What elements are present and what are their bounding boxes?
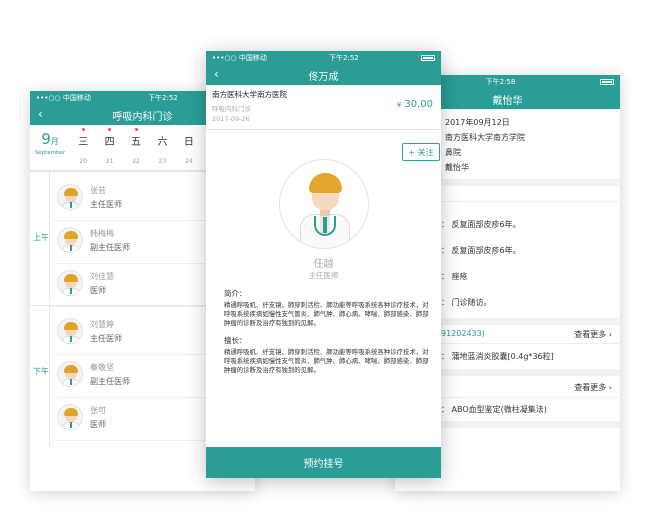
day-cell[interactable]: 五 22 [123,125,149,170]
fee-amount: 30.00 [404,99,433,110]
clock: 下午2:58 [485,78,516,86]
currency-symbol: ¥ [396,101,402,109]
book-appointment-button[interactable]: 预约挂号 [206,447,441,478]
doctor-title: 主任医师 [308,271,339,280]
doctor-detail-screen: •••○○ 中国移动 下午2:52 ‹ 佟万成 南方医科大学南方医院 呼吸内科门… [206,51,441,478]
day-cell[interactable]: 四 21 [96,125,122,170]
specialty-text: 精通呼吸机、纤支镜、肺穿刺活检、肺功能等呼吸系统各种诊疗技术，对呼吸系统疾病如慢… [224,348,429,374]
divider [49,172,50,302]
avatar [57,184,83,210]
stage: •••○○ 中国移动 下午2:52 ‹ 呼吸内科门诊 9月 September … [0,0,650,523]
fee: ¥30.00 [397,99,433,110]
weekday: 日 [183,137,194,148]
see-more-link[interactable]: 查看更多 › [574,382,612,393]
day-number: 21 [105,158,114,165]
battery-icon [421,55,435,61]
carrier-label: •••○○ 中国移动 [212,54,267,62]
doctor-name: 韩梅梅 [90,229,114,238]
page-title: 佟万成 [308,71,339,83]
doctor-name: 刘佳慧 [90,272,114,281]
carrier-label: •••○○ 中国移动 [36,94,91,102]
day-cell[interactable]: 六 23 [149,125,175,170]
visit-date: 2017年09月12日 [445,118,510,127]
availability-dot [108,128,112,131]
afternoon-label: 下午 [33,367,49,376]
day-number: 23 [158,158,167,165]
day-number: 20 [79,158,88,165]
doctor-name: 张可 [90,406,106,415]
status-bar: •••○○ 中国移动 下午2:52 [206,51,441,65]
back-icon[interactable]: ‹ [214,67,219,81]
weekday: 五 [131,137,142,148]
battery-icon [599,79,614,85]
day-number: 22 [132,158,140,165]
intro-text: 精通呼吸机、纤支镜、肺穿刺活检、肺功能等呼吸系统各种诊疗技术，对呼吸系统疾病如慢… [224,301,429,327]
doctor-name: 秦敬坚 [90,363,114,372]
doctor-name: 任越 [313,259,334,270]
doctor-title: 主任医师 [90,334,122,343]
follow-button[interactable]: + 关注 [402,143,440,161]
history-row: ： 反复面部皮疹6年。 [441,246,521,255]
month-label: 9月 September [30,125,70,170]
doctor-name: 张芸 [90,186,106,195]
visit-hospital: 南方医科大学南方学院 [445,133,525,142]
weekday: 四 [104,137,115,148]
complaint-row: ： 反复面部皮疹6年。 [441,220,521,229]
doctor-name: 刘慧婷 [90,320,114,329]
month-name: September [34,150,66,156]
availability-dot [134,128,138,131]
status-icons [421,55,435,61]
availability-dot [81,128,85,131]
specialty-label: 擅长： [224,336,247,345]
department: 呼吸内科门诊 [212,105,251,113]
avatar [57,361,83,387]
avatar [57,318,83,344]
status-icons [599,79,614,85]
doctor-title: 副主任医师 [90,243,130,252]
avatar [57,404,83,430]
day-cell[interactable]: 日 24 [176,125,202,170]
doctor-title: 医师 [90,286,106,295]
advice-row: ： 门诊随访。 [441,298,492,307]
hospital-name: 南方医科大学南方医院 [212,90,287,99]
doctor-title: 医师 [90,420,106,429]
doctor-avatar [279,159,369,249]
clock: 下午2:52 [148,94,178,102]
weekday: 六 [157,137,168,148]
see-more-link[interactable]: 查看更多 › [574,329,612,340]
divider [206,129,441,130]
doctor-title: 主任医师 [90,200,122,209]
avatar [57,227,83,253]
month-suffix: 月 [50,137,59,146]
lab-item: ： ABO血型鉴定(微柱凝集法) [441,405,547,414]
day-number: 24 [185,158,193,165]
month-number: 9 [41,130,51,148]
morning-label: 上午 [33,233,49,242]
prescription-item: ： 蒲地蓝消炎胶囊[0.4g*36粒] [441,352,554,361]
intro-label: 简介： [224,289,247,298]
doctor-title: 副主任医师 [90,377,130,386]
diagnosis-row: ： 痤疮 [441,272,468,281]
appointment-date: 2017-09-26 [212,115,250,123]
back-icon[interactable]: ‹ [38,107,43,121]
avatar [57,270,83,296]
divider [49,306,50,446]
page-title: 呼吸内科门诊 [112,111,173,123]
day-cell[interactable]: 三 20 [70,125,96,170]
weekday: 三 [78,137,89,148]
page-title: 戴怡华 [492,95,523,107]
nav-bar: ‹ 佟万成 [206,65,441,85]
visit-doctor: 戴怡华 [445,163,469,172]
visit-dept: 鼻院 [445,148,461,157]
clock: 下午2:52 [329,54,359,62]
